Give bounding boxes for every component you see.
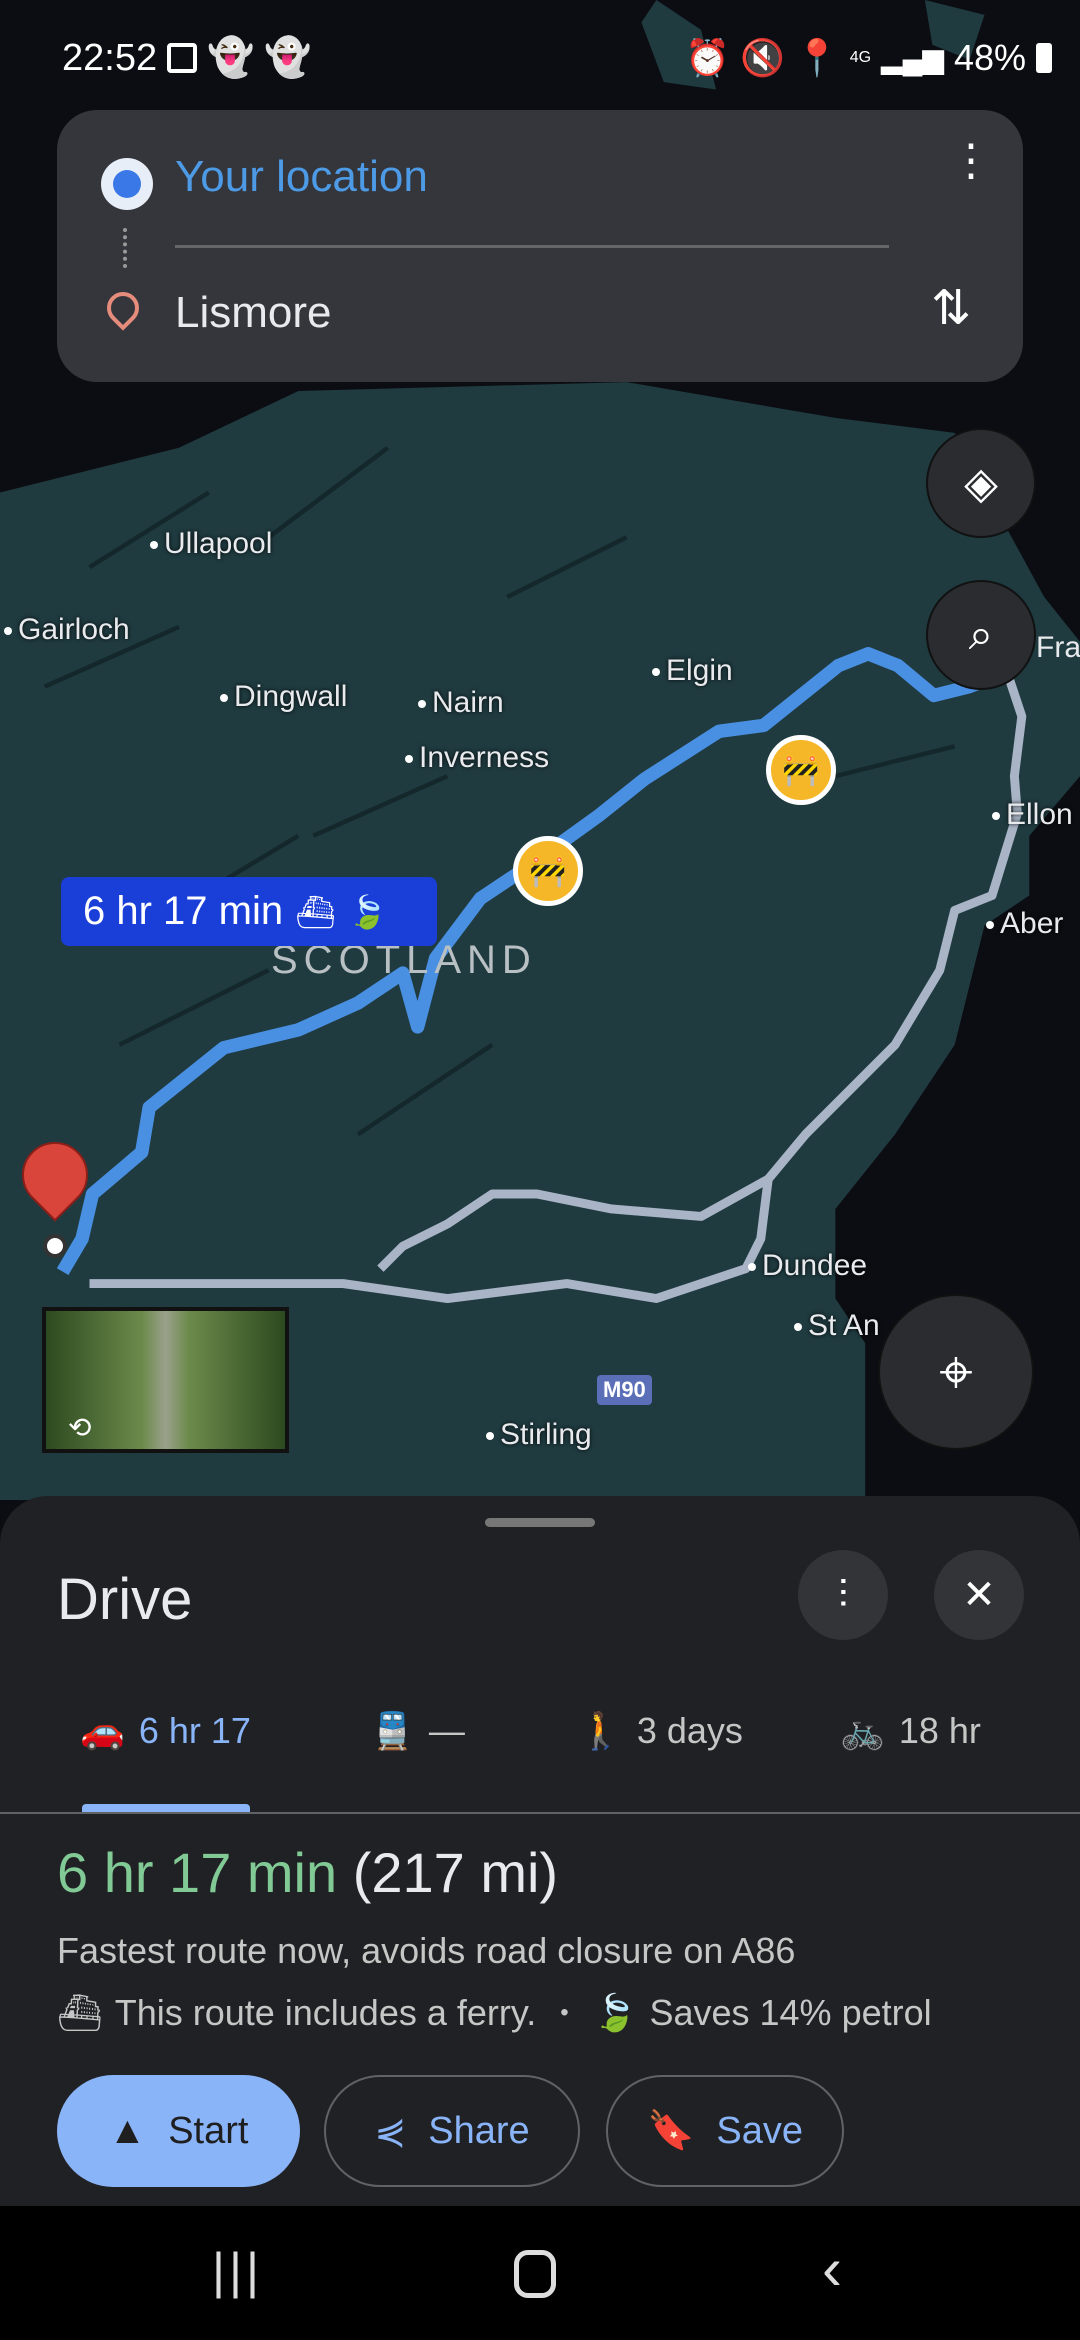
network-type: 4G	[849, 49, 872, 66]
tab-walk[interactable]: 🚶 3 days	[578, 1710, 743, 1752]
route-duration: 6 hr 17 min	[57, 1841, 338, 1904]
alarm-icon: ⏰	[685, 37, 731, 78]
directions-search-card: Your location ⋮ Lismore ⇅	[57, 110, 1023, 382]
place-label[interactable]: Elgin	[652, 654, 733, 688]
divider	[175, 245, 889, 248]
eco-note: Saves 14% petrol	[649, 1992, 932, 2033]
battery-level: 48%	[953, 37, 1026, 78]
destination-pin-icon	[100, 285, 146, 331]
place-label[interactable]: Dundee	[748, 1249, 867, 1283]
train-icon: 🚆	[370, 1710, 415, 1751]
place-label[interactable]: St An	[794, 1309, 880, 1343]
share-label: Share	[428, 2109, 530, 2152]
mute-icon: 🔇	[740, 37, 785, 78]
route-summary[interactable]: 6 hr 17 min (217 mi)	[57, 1840, 558, 1905]
share-button[interactable]: ⋞ Share	[324, 2075, 580, 2187]
place-label[interactable]: Gairloch	[4, 613, 130, 647]
layers-button[interactable]: ◈	[926, 428, 1036, 538]
system-nav-bar: ||| ‹	[0, 2206, 1080, 2340]
my-location-button[interactable]: ⌖	[878, 1294, 1034, 1450]
clock: 22:52	[62, 36, 158, 79]
home-button[interactable]	[514, 2250, 556, 2298]
save-button[interactable]: 🔖 Save	[606, 2075, 844, 2187]
place-label[interactable]: Inverness	[405, 741, 549, 775]
eco-leaf-icon: 🍃	[347, 893, 388, 930]
destination-input[interactable]: Lismore	[175, 288, 332, 338]
close-button[interactable]: ✕	[934, 1550, 1024, 1640]
route-options-button[interactable]: ⫶	[798, 1550, 888, 1640]
destination-point	[43, 1234, 67, 1258]
car-icon: 🚗	[80, 1710, 125, 1751]
tab-transit[interactable]: 🚆 —	[370, 1710, 465, 1752]
route-description: Fastest route now, avoids road closure o…	[57, 1930, 796, 1971]
bookmark-icon: 🔖	[647, 2110, 695, 2152]
route-duration-callout[interactable]: 6 hr 17 min ⛴ 🍃	[61, 877, 437, 946]
search-icon: ⌕	[968, 610, 994, 659]
place-label[interactable]: Aber	[986, 907, 1063, 941]
origin-input[interactable]: Your location	[175, 152, 428, 202]
gallery-icon	[167, 43, 198, 73]
place-label[interactable]: Fras	[1036, 631, 1080, 665]
eco-leaf-icon: 🍃	[592, 1992, 638, 2033]
signal-icon: ▂▄▆	[881, 42, 944, 74]
layers-icon: ◈	[964, 458, 998, 508]
walk-icon: 🚶	[578, 1710, 623, 1751]
street-view-thumbnail[interactable]: ⟲	[42, 1307, 289, 1453]
location-icon: 📍	[794, 37, 840, 78]
status-bar-left: 22:52 👻 👻	[62, 28, 312, 88]
origin-dot-icon	[101, 158, 153, 210]
back-button[interactable]: ‹	[822, 2234, 842, 2303]
start-button[interactable]: ▲ Start	[57, 2075, 300, 2187]
save-label: Save	[716, 2109, 803, 2152]
battery-icon	[1036, 43, 1052, 73]
more-options-icon[interactable]: ⋮	[949, 139, 993, 183]
recent-apps-button[interactable]: |||	[212, 2242, 263, 2300]
close-icon: ✕	[962, 1573, 996, 1617]
place-label[interactable]: Ullapool	[150, 527, 272, 561]
roadwork-icon[interactable]: 🚧	[766, 735, 836, 805]
place-label[interactable]: Ellon	[992, 798, 1073, 832]
tab-label: 3 days	[636, 1710, 743, 1751]
route-duration-label: 6 hr 17 min	[83, 889, 284, 933]
directions-bottom-sheet: Drive ⫶ ✕ 🚗 6 hr 17 🚆 — 🚶 3 days 🚲 18 hr 6 h…	[0, 1496, 1080, 2206]
bicycle-icon: 🚲	[840, 1710, 885, 1751]
swap-icon[interactable]: ⇅	[931, 280, 971, 336]
tune-icon: ⫶	[838, 1572, 848, 1617]
status-bar-right: ⏰ 🔇 📍 4G ▂▄▆ 48%	[685, 28, 1052, 88]
route-distance: (217 mi)	[352, 1841, 559, 1904]
search-along-route-button[interactable]: ⌕	[926, 580, 1036, 690]
tab-label: —	[428, 1710, 465, 1751]
ferry-icon: ⛴	[295, 893, 336, 930]
street-view-360-icon: ⟲	[68, 1412, 92, 1443]
road-badge: M90	[597, 1375, 652, 1405]
snapchat-icon: 👻	[264, 37, 312, 79]
place-label[interactable]: Nairn	[418, 686, 504, 720]
separator: •	[560, 1999, 569, 2026]
tab-label: 18 hr	[898, 1710, 981, 1751]
navigation-arrow-icon: ▲	[108, 2109, 147, 2152]
tab-label: 6 hr 17	[138, 1710, 251, 1751]
mode-title: Drive	[57, 1567, 193, 1632]
drag-handle[interactable]	[485, 1518, 595, 1527]
tab-drive[interactable]: 🚗 6 hr 17	[80, 1710, 251, 1752]
tabs-divider	[0, 1812, 1080, 1814]
route-dots	[123, 228, 127, 268]
start-label: Start	[168, 2109, 249, 2152]
snapchat-icon: 👻	[207, 37, 255, 79]
crosshair-icon: ⌖	[939, 1338, 973, 1405]
route-notes: ⛴ This route includes a ferry. • 🍃 Saves…	[57, 1992, 932, 2034]
place-label[interactable]: Dingwall	[220, 680, 347, 714]
roadwork-icon[interactable]: 🚧	[513, 836, 583, 906]
ferry-icon: ⛴	[57, 1992, 103, 2033]
share-icon: ⋞	[374, 2110, 407, 2153]
ferry-note: This route includes a ferry.	[114, 1992, 537, 2033]
selected-tab-indicator	[82, 1804, 250, 1812]
place-label[interactable]: Stirling	[486, 1418, 592, 1452]
tab-cycle[interactable]: 🚲 18 hr	[840, 1710, 981, 1752]
